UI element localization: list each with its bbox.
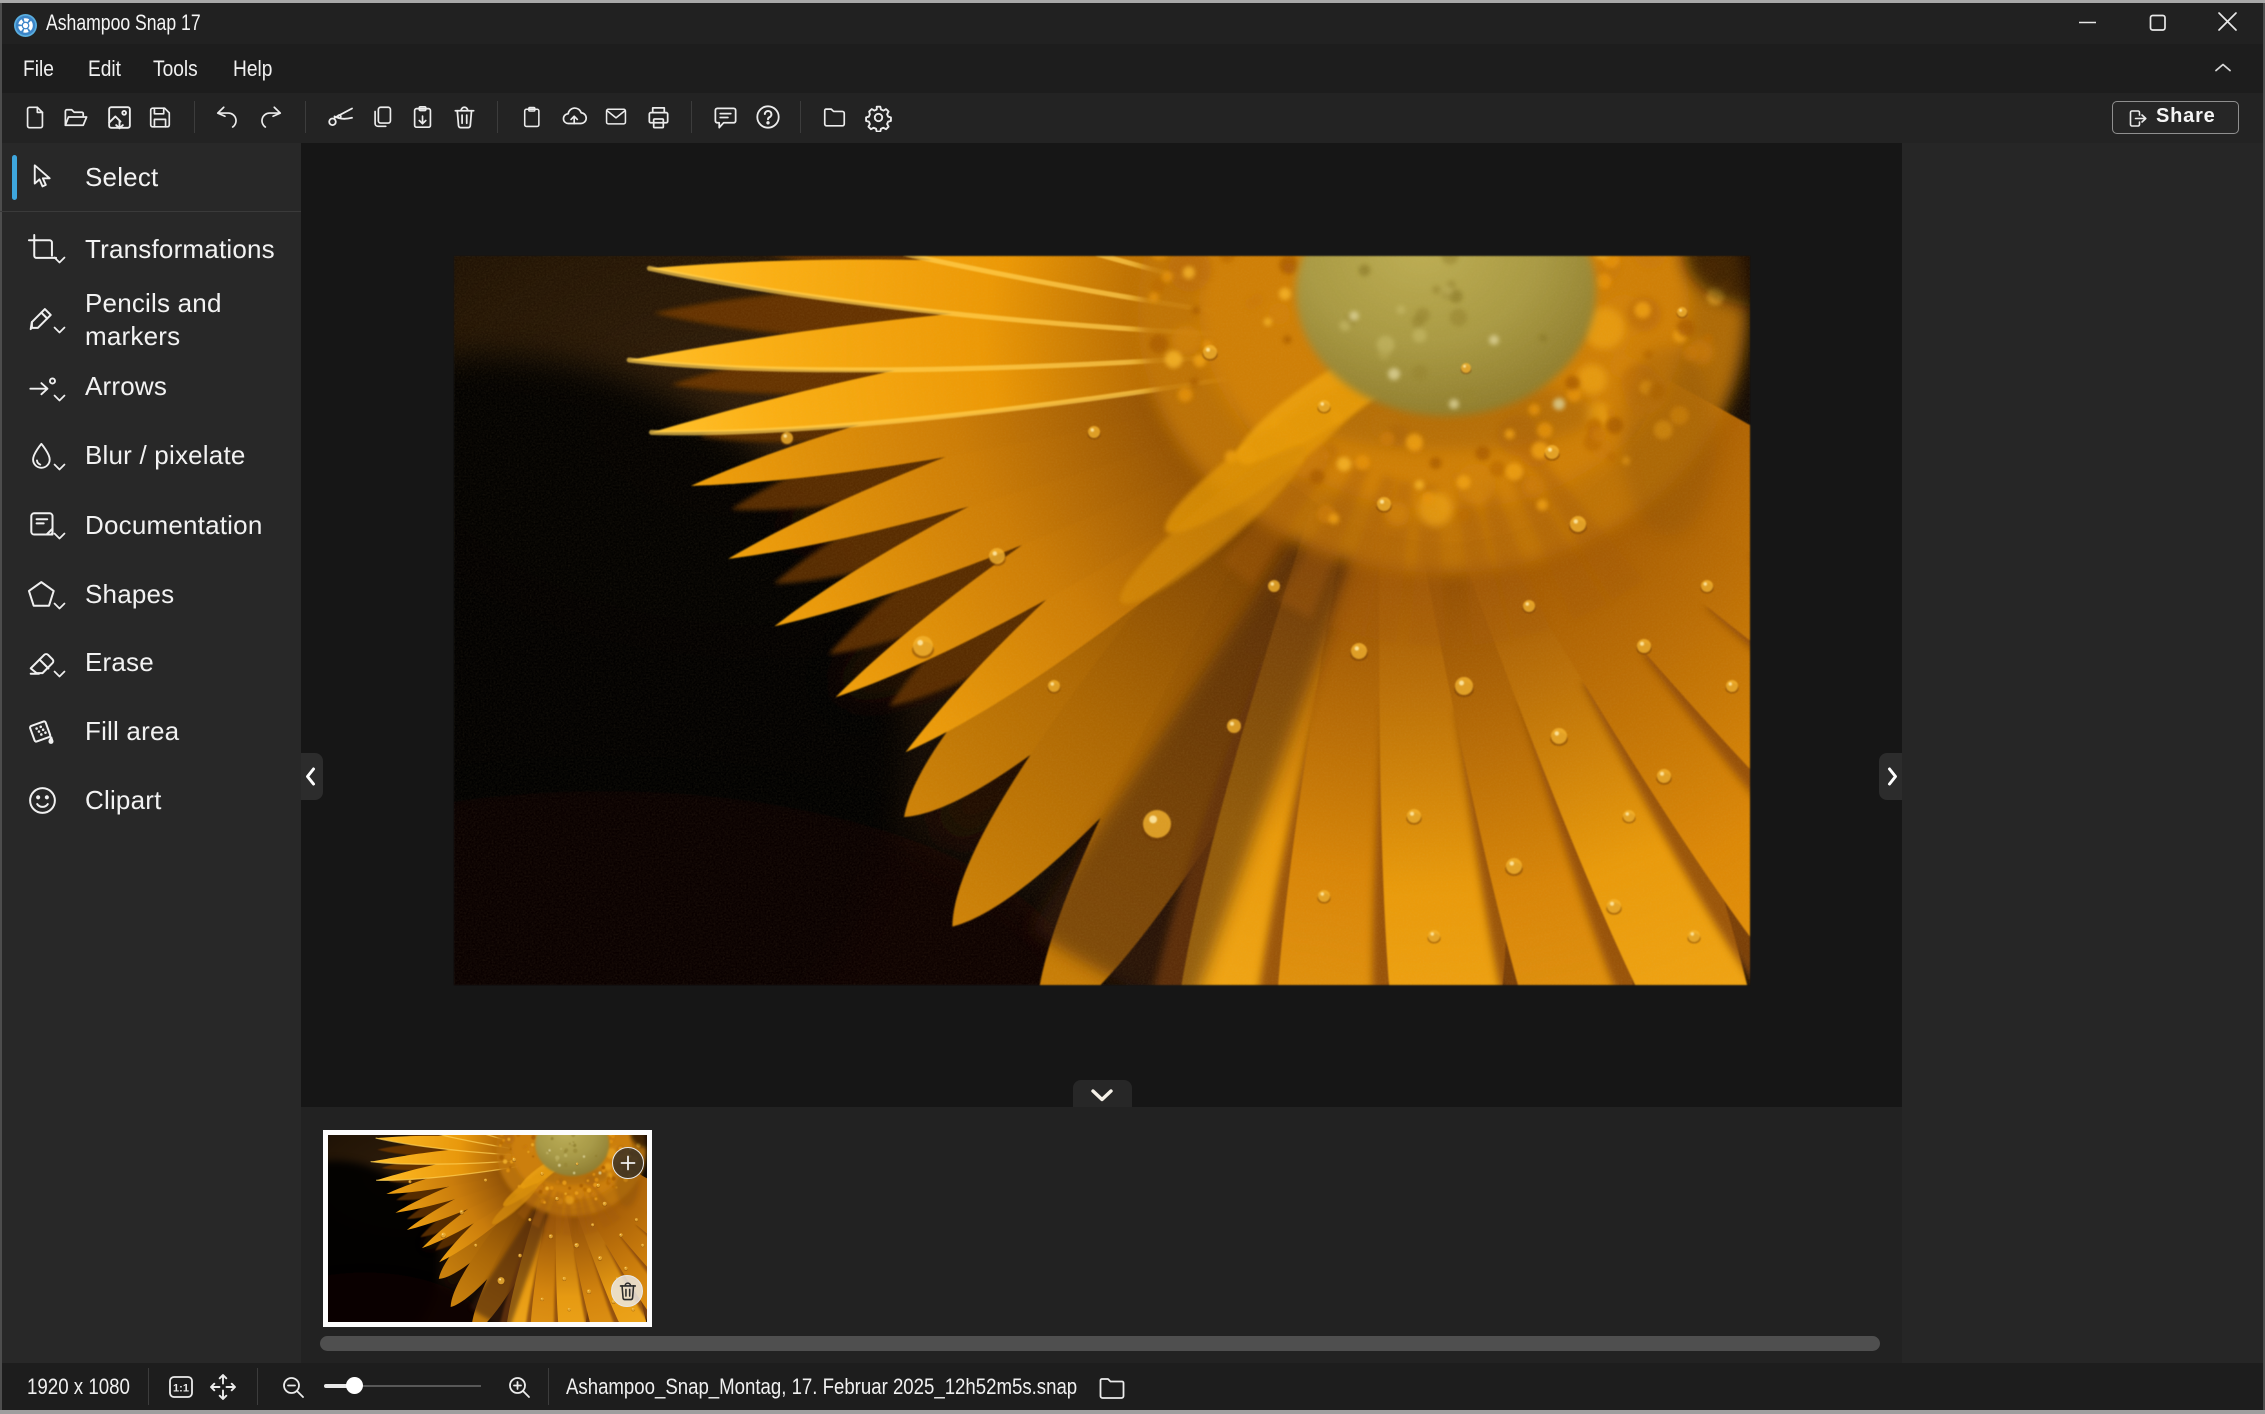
svg-text:1:1: 1:1 [173,1383,189,1395]
